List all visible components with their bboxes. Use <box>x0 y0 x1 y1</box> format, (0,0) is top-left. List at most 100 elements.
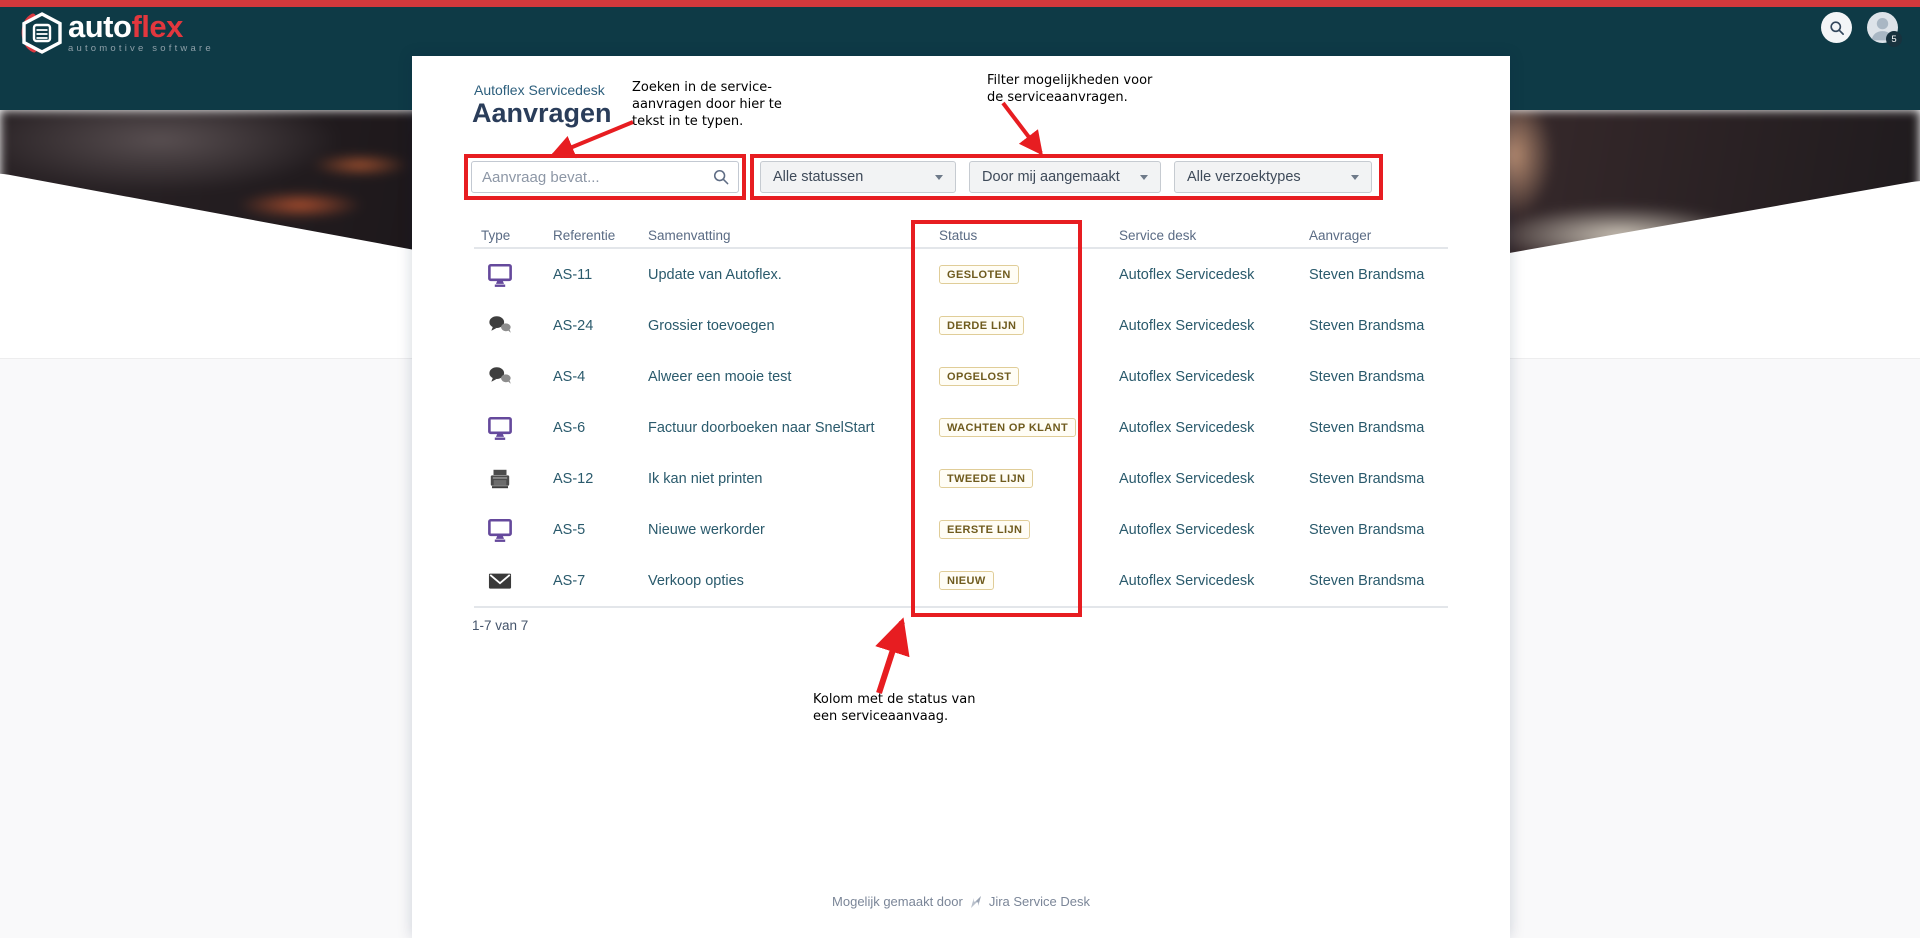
service-desk-cell: Autoflex Servicedesk <box>1112 369 1302 385</box>
jira-logo-icon <box>969 895 983 909</box>
column-header: Status <box>932 228 1112 243</box>
summary-link: Grossier toevoegen <box>641 318 932 334</box>
type-cell <box>474 568 546 594</box>
type-cell <box>474 364 546 390</box>
dropdown-selected-value: Alle statussen <box>773 169 863 185</box>
requester-cell: Steven Brandsma <box>1302 420 1448 436</box>
annotation-box-filters: Alle statussen Door mij aangemaakt Alle … <box>750 154 1383 200</box>
table-row[interactable]: AS-7 Verkoop opties NIEUW Autoflex Servi… <box>474 555 1448 606</box>
type-cell <box>474 313 546 339</box>
status-badge: OPGELOST <box>939 367 1019 386</box>
requester-cell: Steven Brandsma <box>1302 522 1448 538</box>
table-row[interactable]: AS-4 Alweer een mooie test OPGELOST Auto… <box>474 351 1448 402</box>
summary-link: Update van Autoflex. <box>641 267 932 283</box>
portal-page: autoflex automotive software 5 <box>0 0 1920 938</box>
reference-link: AS-5 <box>546 522 641 538</box>
filter-dropdown[interactable]: Alle verzoektypes <box>1174 161 1372 193</box>
status-badge: NIEUW <box>939 571 994 590</box>
type-cell <box>474 415 546 441</box>
annotation-box-search <box>464 154 746 200</box>
table-header-row: TypeReferentieSamenvattingStatusService … <box>474 224 1448 249</box>
table-row[interactable]: AS-12 Ik kan niet printen TWEEDE LIJN Au… <box>474 453 1448 504</box>
column-header: Referentie <box>546 228 641 243</box>
table-row[interactable]: AS-24 Grossier toevoegen DERDE LIJN Auto… <box>474 300 1448 351</box>
status-cell: GESLOTEN <box>932 265 1112 284</box>
summary-link: Factuur doorboeken naar SnelStart <box>641 420 932 436</box>
column-header: Aanvrager <box>1302 228 1448 243</box>
reference-link: AS-12 <box>546 471 641 487</box>
monitor-icon <box>487 517 513 543</box>
status-badge: EERSTE LIJN <box>939 520 1030 539</box>
service-desk-cell: Autoflex Servicedesk <box>1112 420 1302 436</box>
status-cell: WACHTEN OP KLANT <box>932 418 1112 437</box>
table-body: AS-11 Update van Autoflex. GESLOTEN Auto… <box>474 249 1448 608</box>
requester-cell: Steven Brandsma <box>1302 318 1448 334</box>
status-cell: OPGELOST <box>932 367 1112 386</box>
autoflex-logo[interactable]: autoflex automotive software <box>20 12 214 54</box>
jira-service-desk-link[interactable]: Jira Service Desk <box>989 894 1090 909</box>
service-desk-cell: Autoflex Servicedesk <box>1112 318 1302 334</box>
summary-link: Nieuwe werkorder <box>641 522 932 538</box>
requester-cell: Steven Brandsma <box>1302 369 1448 385</box>
status-badge: TWEEDE LIJN <box>939 469 1033 488</box>
requester-cell: Steven Brandsma <box>1302 267 1448 283</box>
requests-table: TypeReferentieSamenvattingStatusService … <box>474 224 1448 608</box>
service-desk-cell: Autoflex Servicedesk <box>1112 573 1302 589</box>
filter-dropdown[interactable]: Door mij aangemaakt <box>969 161 1161 193</box>
status-badge: GESLOTEN <box>939 265 1019 284</box>
table-row[interactable]: AS-6 Factuur doorboeken naar SnelStart W… <box>474 402 1448 453</box>
requester-cell: Steven Brandsma <box>1302 573 1448 589</box>
search-icon <box>1828 19 1846 37</box>
chat-icon <box>487 313 513 339</box>
type-cell <box>474 517 546 543</box>
service-desk-cell: Autoflex Servicedesk <box>1112 267 1302 283</box>
status-cell: EERSTE LIJN <box>932 520 1112 539</box>
summary-link: Ik kan niet printen <box>641 471 932 487</box>
magnifier-icon <box>711 167 731 187</box>
status-cell: DERDE LIJN <box>932 316 1112 335</box>
autoflex-hexagon-icon <box>20 12 64 54</box>
column-header: Service desk <box>1112 228 1302 243</box>
dropdown-selected-value: Alle verzoektypes <box>1187 169 1301 185</box>
table-row[interactable]: AS-5 Nieuwe werkorder EERSTE LIJN Autofl… <box>474 504 1448 555</box>
powered-by-label: Mogelijk gemaakt door <box>832 894 963 909</box>
status-cell: NIEUW <box>932 571 1112 590</box>
logo-tagline: automotive software <box>68 43 214 54</box>
monitor-icon <box>487 415 513 441</box>
table-row[interactable]: AS-11 Update van Autoflex. GESLOTEN Auto… <box>474 249 1448 300</box>
logo-wordmark: autoflex <box>68 12 214 42</box>
notification-badge: 5 <box>1886 31 1902 47</box>
printer-icon <box>487 466 513 492</box>
status-badge: DERDE LIJN <box>939 316 1024 335</box>
status-cell: TWEEDE LIJN <box>932 469 1112 488</box>
page-title: Aanvragen <box>472 98 612 129</box>
service-desk-card: Autoflex Servicedesk Aanvragen Alle stat… <box>412 56 1510 938</box>
reference-link: AS-7 <box>546 573 641 589</box>
reference-link: AS-4 <box>546 369 641 385</box>
type-cell <box>474 466 546 492</box>
filter-dropdown[interactable]: Alle statussen <box>760 161 956 193</box>
column-header: Type <box>474 228 546 243</box>
reference-link: AS-24 <box>546 318 641 334</box>
reference-link: AS-11 <box>546 267 641 283</box>
service-desk-cell: Autoflex Servicedesk <box>1112 522 1302 538</box>
monitor-icon <box>487 262 513 288</box>
dropdown-selected-value: Door mij aangemaakt <box>982 169 1120 185</box>
search-input[interactable] <box>471 161 739 193</box>
powered-by-footer: Mogelijk gemaakt door Jira Service Desk <box>412 894 1510 909</box>
red-accent-strip <box>0 0 1920 7</box>
status-badge: WACHTEN OP KLANT <box>939 418 1076 437</box>
requester-cell: Steven Brandsma <box>1302 471 1448 487</box>
type-cell <box>474 262 546 288</box>
column-header: Samenvatting <box>641 228 932 243</box>
breadcrumb[interactable]: Autoflex Servicedesk <box>474 82 605 98</box>
envelope-icon <box>487 568 513 594</box>
search-button[interactable] <box>1821 12 1852 43</box>
pagination-text: 1-7 van 7 <box>472 618 528 633</box>
user-avatar[interactable]: 5 <box>1867 12 1898 43</box>
service-desk-cell: Autoflex Servicedesk <box>1112 471 1302 487</box>
chat-icon <box>487 364 513 390</box>
filter-dropdowns: Alle statussen Door mij aangemaakt Alle … <box>760 161 1372 193</box>
chevron-down-icon <box>1351 175 1359 180</box>
chevron-down-icon <box>1140 175 1148 180</box>
